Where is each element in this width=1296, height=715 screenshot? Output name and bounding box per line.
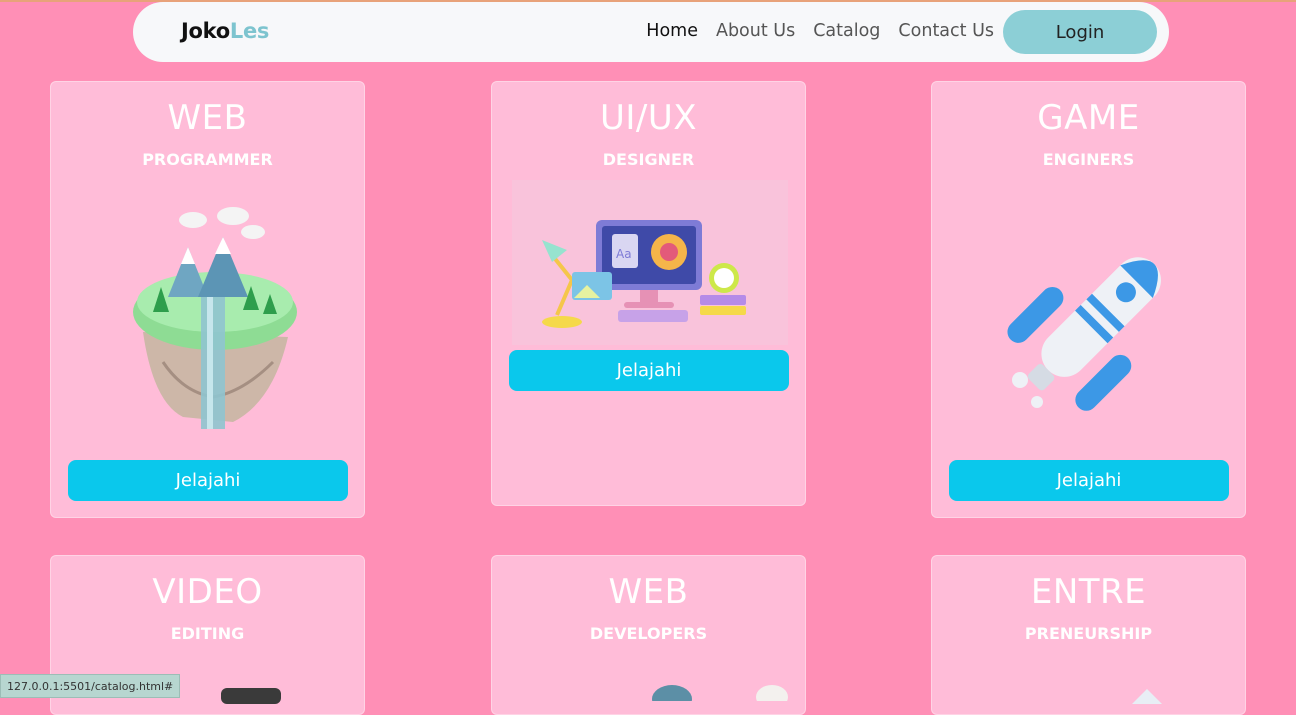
course-card-web-developers: WEB DEVELOPERS [491,555,806,715]
brand-part-2: Les [230,19,269,43]
explore-button[interactable]: Jelajahi [949,460,1229,501]
card-subtitle: PROGRAMMER [51,150,364,169]
brand-part-1: Joko [181,19,230,43]
explore-button[interactable]: Jelajahi [68,460,348,501]
course-card-web-programmer: WEB PROGRAMMER Jelajahi [50,81,365,518]
nav-home[interactable]: Home [646,21,698,41]
card-subtitle: PRENEURSHIP [932,624,1245,643]
card-title: WEB [492,572,805,612]
course-card-entrepreneurship: ENTRE PRENEURSHIP [931,555,1246,715]
card-subtitle: DEVELOPERS [492,624,805,643]
brand-logo[interactable]: JokoLes [181,19,269,43]
nav-catalog[interactable]: Catalog [813,21,880,41]
card-title: UI/UX [492,98,805,138]
course-card-uiux-designer: UI/UX DESIGNER Aa Jelajahi [491,81,806,506]
nav-links: Home About Us Catalog Contact Us [646,21,994,41]
nav-about[interactable]: About Us [716,21,795,41]
card-title: WEB [51,98,364,138]
developer-illustration [632,671,802,701]
floating-island-illustration [123,202,303,437]
card-title: GAME [932,98,1245,138]
camera-illustration [221,684,301,704]
card-title: ENTRE [932,572,1245,612]
navbar: JokoLes Home About Us Catalog Contact Us… [133,2,1169,62]
login-button[interactable]: Login [1003,10,1157,54]
card-subtitle: ENGINERS [932,150,1245,169]
course-card-game-engineers: GAME ENGINERS Jelajahi [931,81,1246,518]
card-title: VIDEO [51,572,364,612]
svg-text:Aa: Aa [616,247,632,261]
designer-workspace-illustration: Aa [512,180,788,345]
card-subtitle: DESIGNER [492,150,805,169]
explore-button[interactable]: Jelajahi [509,350,789,391]
nav-contact[interactable]: Contact Us [898,21,994,41]
rocket-illustration [992,222,1192,422]
browser-status-url: 127.0.0.1:5501/catalog.html# [0,674,180,698]
card-subtitle: EDITING [51,624,364,643]
business-illustration [1127,684,1167,704]
